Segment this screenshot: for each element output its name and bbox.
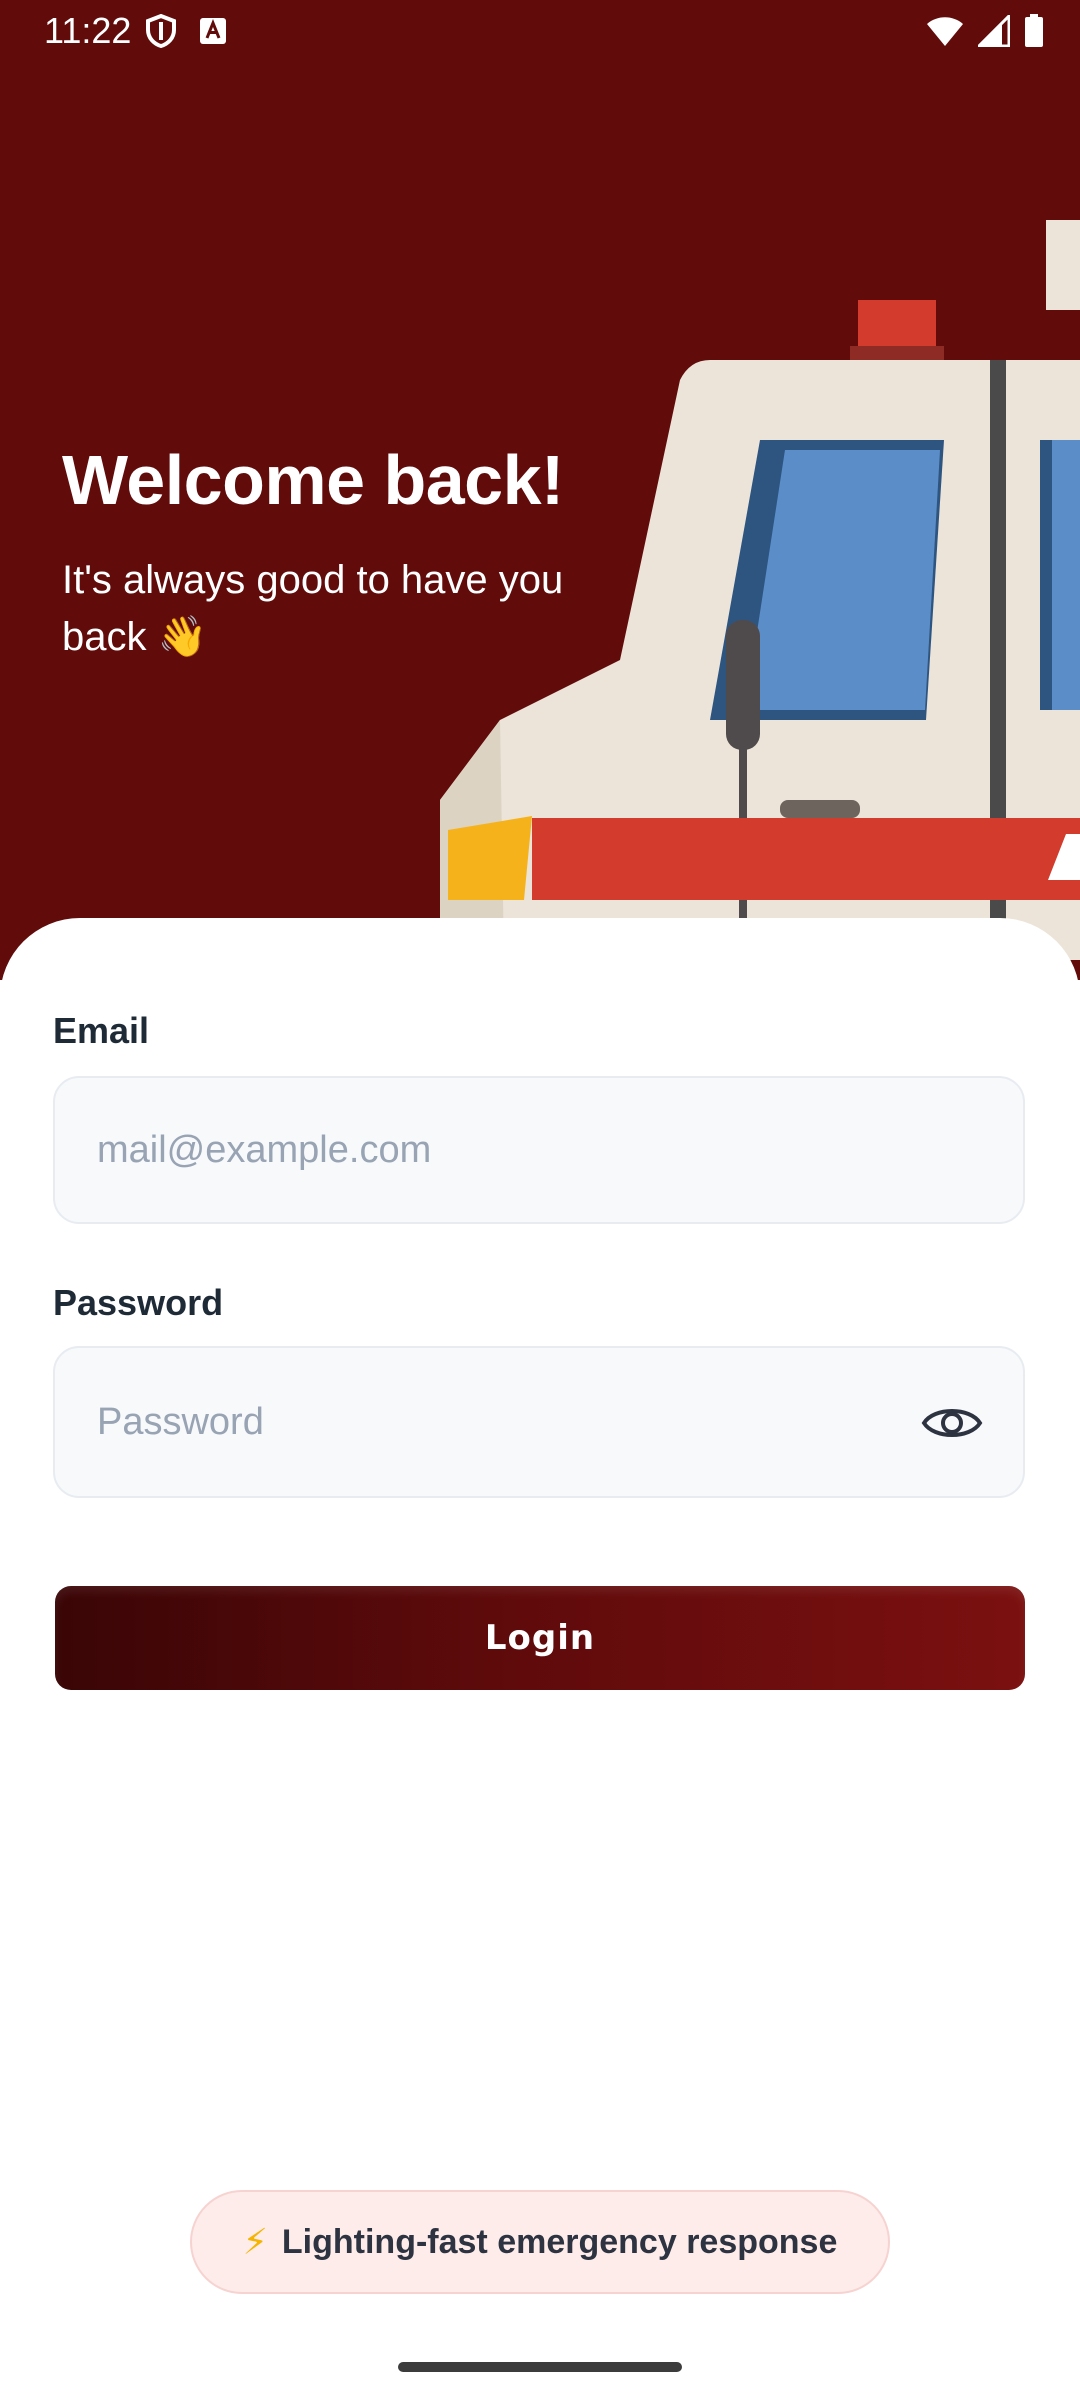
email-field[interactable]: [53, 1076, 1025, 1224]
eye-icon[interactable]: [921, 1392, 983, 1454]
email-input[interactable]: [97, 1078, 917, 1222]
ambulance-illustration: [440, 220, 1080, 960]
status-time: 11:22: [44, 10, 132, 51]
lightning-icon: ⚡: [242, 2221, 268, 2263]
signal-icon: [975, 12, 1011, 52]
home-indicator[interactable]: [398, 2362, 682, 2372]
password-label: Password: [53, 1282, 224, 1323]
battery-icon: [1024, 14, 1044, 53]
status-right-icons: [926, 12, 1044, 53]
password-field[interactable]: [53, 1346, 1025, 1498]
feature-text: Lighting-fast emergency response: [281, 2222, 838, 2261]
wifi-icon: [926, 15, 964, 52]
email-label: Email: [53, 1010, 150, 1051]
hero-header: 11:22 Welcome back! It's always good to …: [0, 0, 1080, 980]
status-left-icons: [145, 13, 227, 53]
status-bar: 11:22: [0, 0, 1080, 62]
login-screen: 11:22 Welcome back! It's always good to …: [0, 0, 1080, 2400]
feature-badge: ⚡ Lighting-fast emergency response: [190, 2190, 890, 2294]
password-input[interactable]: [97, 1348, 917, 1496]
a-badge-icon: [199, 17, 227, 50]
shield-icon: [145, 13, 177, 53]
login-button[interactable]: Login: [55, 1586, 1025, 1690]
